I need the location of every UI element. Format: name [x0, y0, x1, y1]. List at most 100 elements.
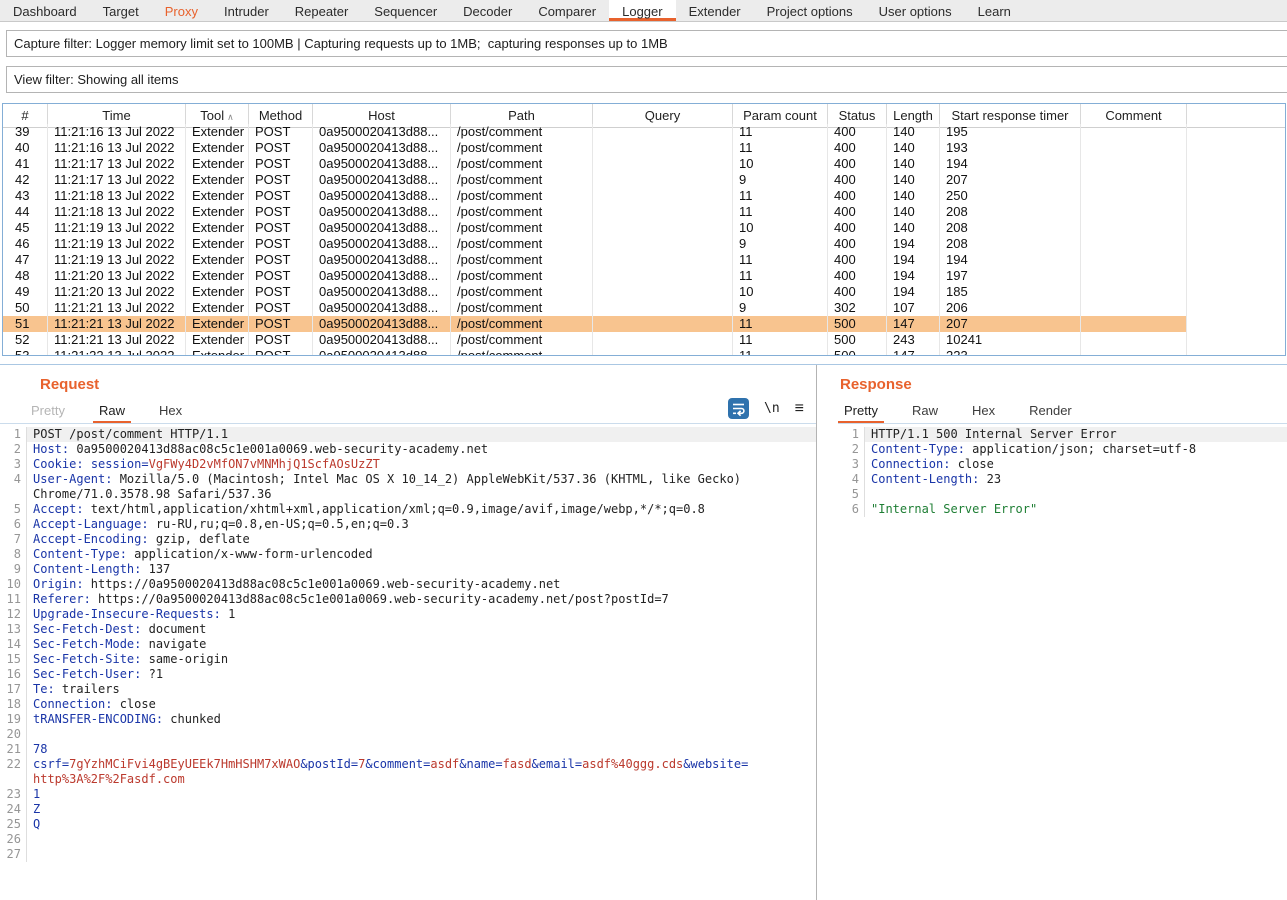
tab-decoder[interactable]: Decoder: [450, 0, 525, 21]
code-segment: Referer:: [33, 592, 91, 606]
code-segment: &comment=: [365, 757, 430, 771]
log-row-50[interactable]: 5011:21:21 13 Jul 2022ExtenderPOST0a9500…: [3, 300, 1285, 316]
cell-status: 400: [828, 236, 887, 252]
line-number: 14: [0, 637, 26, 652]
request-tab-hex[interactable]: Hex: [153, 400, 188, 424]
cell-param-count: 11: [733, 316, 828, 332]
tab-dashboard[interactable]: Dashboard: [0, 0, 90, 21]
code-line: 22csrf=7gYzhMCiFvi4gBEyUEEk7HmHSHM7xWAO&…: [0, 757, 816, 787]
cell-filler: [1187, 236, 1285, 252]
tab-intruder[interactable]: Intruder: [211, 0, 282, 21]
cell-query: [593, 252, 733, 268]
word-wrap-icon[interactable]: [728, 398, 749, 419]
cell-host: 0a9500020413d88...: [313, 124, 451, 140]
cell-length: 243: [887, 332, 940, 348]
cell-filler: [1187, 156, 1285, 172]
line-content: Cookie: session=VgFWy4D2vMfON7vMNMhjQ1Sc…: [26, 457, 816, 472]
cell-: 50: [3, 300, 48, 316]
cell-tool: Extender: [186, 252, 249, 268]
request-panel-title: Request: [40, 376, 816, 393]
tab-sequencer[interactable]: Sequencer: [361, 0, 450, 21]
code-segment: Chrome/71.0.3578.98 Safari/537.36: [33, 487, 271, 501]
tab-repeater[interactable]: Repeater: [282, 0, 361, 21]
cell-comment: [1081, 284, 1187, 300]
tab-logger[interactable]: Logger: [609, 0, 675, 21]
response-tab-raw[interactable]: Raw: [906, 400, 944, 424]
line-content: [26, 832, 816, 847]
code-segment: close: [112, 697, 155, 711]
cell-method: POST: [249, 316, 313, 332]
log-row-46[interactable]: 4611:21:19 13 Jul 2022ExtenderPOST0a9500…: [3, 236, 1285, 252]
cell-query: [593, 140, 733, 156]
line-number: 6: [838, 502, 864, 517]
tab-comparer[interactable]: Comparer: [525, 0, 609, 21]
log-row-40[interactable]: 4011:21:16 13 Jul 2022ExtenderPOST0a9500…: [3, 140, 1285, 156]
log-row-44[interactable]: 4411:21:18 13 Jul 2022ExtenderPOST0a9500…: [3, 204, 1285, 220]
request-tab-raw[interactable]: Raw: [93, 400, 131, 424]
code-segment: POST /post/comment HTTP/1.1: [33, 427, 228, 441]
log-row-51[interactable]: 5111:21:21 13 Jul 2022ExtenderPOST0a9500…: [3, 316, 1285, 332]
code-segment: Upgrade-Insecure-Requests:: [33, 607, 221, 621]
request-tab-pretty[interactable]: Pretty: [25, 400, 71, 424]
cell-time: 11:21:19 13 Jul 2022: [48, 252, 186, 268]
line-number: 20: [0, 727, 26, 742]
tab-target[interactable]: Target: [90, 0, 152, 21]
newline-icon[interactable]: \n: [764, 401, 780, 416]
log-row-41[interactable]: 4111:21:17 13 Jul 2022ExtenderPOST0a9500…: [3, 156, 1285, 172]
code-segment: http%3A%2F%2Fasdf.com: [33, 772, 185, 786]
tab-learn[interactable]: Learn: [965, 0, 1024, 21]
response-tab-pretty[interactable]: Pretty: [838, 400, 884, 424]
line-content: POST /post/comment HTTP/1.1: [26, 427, 816, 442]
response-tab-render[interactable]: Render: [1023, 400, 1078, 424]
line-content: Content-Length: 23: [864, 472, 1287, 487]
log-row-42[interactable]: 4211:21:17 13 Jul 2022ExtenderPOST0a9500…: [3, 172, 1285, 188]
tab-extender[interactable]: Extender: [676, 0, 754, 21]
cell-time: 11:21:20 13 Jul 2022: [48, 284, 186, 300]
log-row-47[interactable]: 4711:21:19 13 Jul 2022ExtenderPOST0a9500…: [3, 252, 1285, 268]
cell-length: 140: [887, 156, 940, 172]
code-segment: 78: [33, 742, 47, 756]
log-row-39[interactable]: 3911:21:16 13 Jul 2022ExtenderPOST0a9500…: [3, 124, 1285, 140]
cell-param-count: 9: [733, 236, 828, 252]
response-editor[interactable]: 1HTTP/1.1 500 Internal Server Error2Cont…: [838, 423, 1287, 900]
code-segment: Sec-Fetch-Site:: [33, 652, 141, 666]
log-row-52[interactable]: 5211:21:21 13 Jul 2022ExtenderPOST0a9500…: [3, 332, 1285, 348]
line-number: 27: [0, 847, 26, 862]
cell-length: 147: [887, 316, 940, 332]
response-panel-title: Response: [840, 376, 1287, 393]
log-row-49[interactable]: 4911:21:20 13 Jul 2022ExtenderPOST0a9500…: [3, 284, 1285, 300]
code-line: 18Connection: close: [0, 697, 816, 712]
log-row-45[interactable]: 4511:21:19 13 Jul 2022ExtenderPOST0a9500…: [3, 220, 1285, 236]
line-content: Content-Type: application/json; charset=…: [864, 442, 1287, 457]
log-row-43[interactable]: 4311:21:18 13 Jul 2022ExtenderPOST0a9500…: [3, 188, 1285, 204]
code-segment: session=: [91, 457, 149, 471]
cell-path: /post/comment: [451, 172, 593, 188]
line-content: tRANSFER-ENCODING: chunked: [26, 712, 816, 727]
tab-user-options[interactable]: User options: [866, 0, 965, 21]
code-segment: https://0a9500020413d88ac08c5c1e001a0069…: [84, 577, 561, 591]
tab-proxy[interactable]: Proxy: [152, 0, 211, 21]
cell-status: 400: [828, 220, 887, 236]
code-segment: Content-Type:: [33, 547, 127, 561]
response-tab-hex[interactable]: Hex: [966, 400, 1001, 424]
cell-path: /post/comment: [451, 156, 593, 172]
menu-icon[interactable]: ≡: [795, 400, 804, 418]
line-content: Upgrade-Insecure-Requests: 1: [26, 607, 816, 622]
tab-project-options[interactable]: Project options: [754, 0, 866, 21]
log-row-53[interactable]: 5311:21:22 13 Jul 2022ExtenderPOST0a9500…: [3, 348, 1285, 356]
view-filter-bar[interactable]: View filter: Showing all items: [6, 66, 1287, 93]
cell-: 53: [3, 348, 48, 356]
code-line: 231: [0, 787, 816, 802]
cell-filler: [1187, 300, 1285, 316]
code-segment: Accept-Language:: [33, 517, 149, 531]
code-segment: 23: [979, 472, 1001, 486]
capture-filter-bar[interactable]: Capture filter: Logger memory limit set …: [6, 30, 1287, 57]
cell-param-count: 11: [733, 332, 828, 348]
line-number: 15: [0, 652, 26, 667]
request-editor[interactable]: 1POST /post/comment HTTP/1.12Host: 0a950…: [0, 423, 816, 900]
log-row-48[interactable]: 4811:21:20 13 Jul 2022ExtenderPOST0a9500…: [3, 268, 1285, 284]
cell-host: 0a9500020413d88...: [313, 140, 451, 156]
code-line: 2178: [0, 742, 816, 757]
code-line: 1HTTP/1.1 500 Internal Server Error: [838, 427, 1287, 442]
cell-start-response-timer: 207: [940, 316, 1081, 332]
